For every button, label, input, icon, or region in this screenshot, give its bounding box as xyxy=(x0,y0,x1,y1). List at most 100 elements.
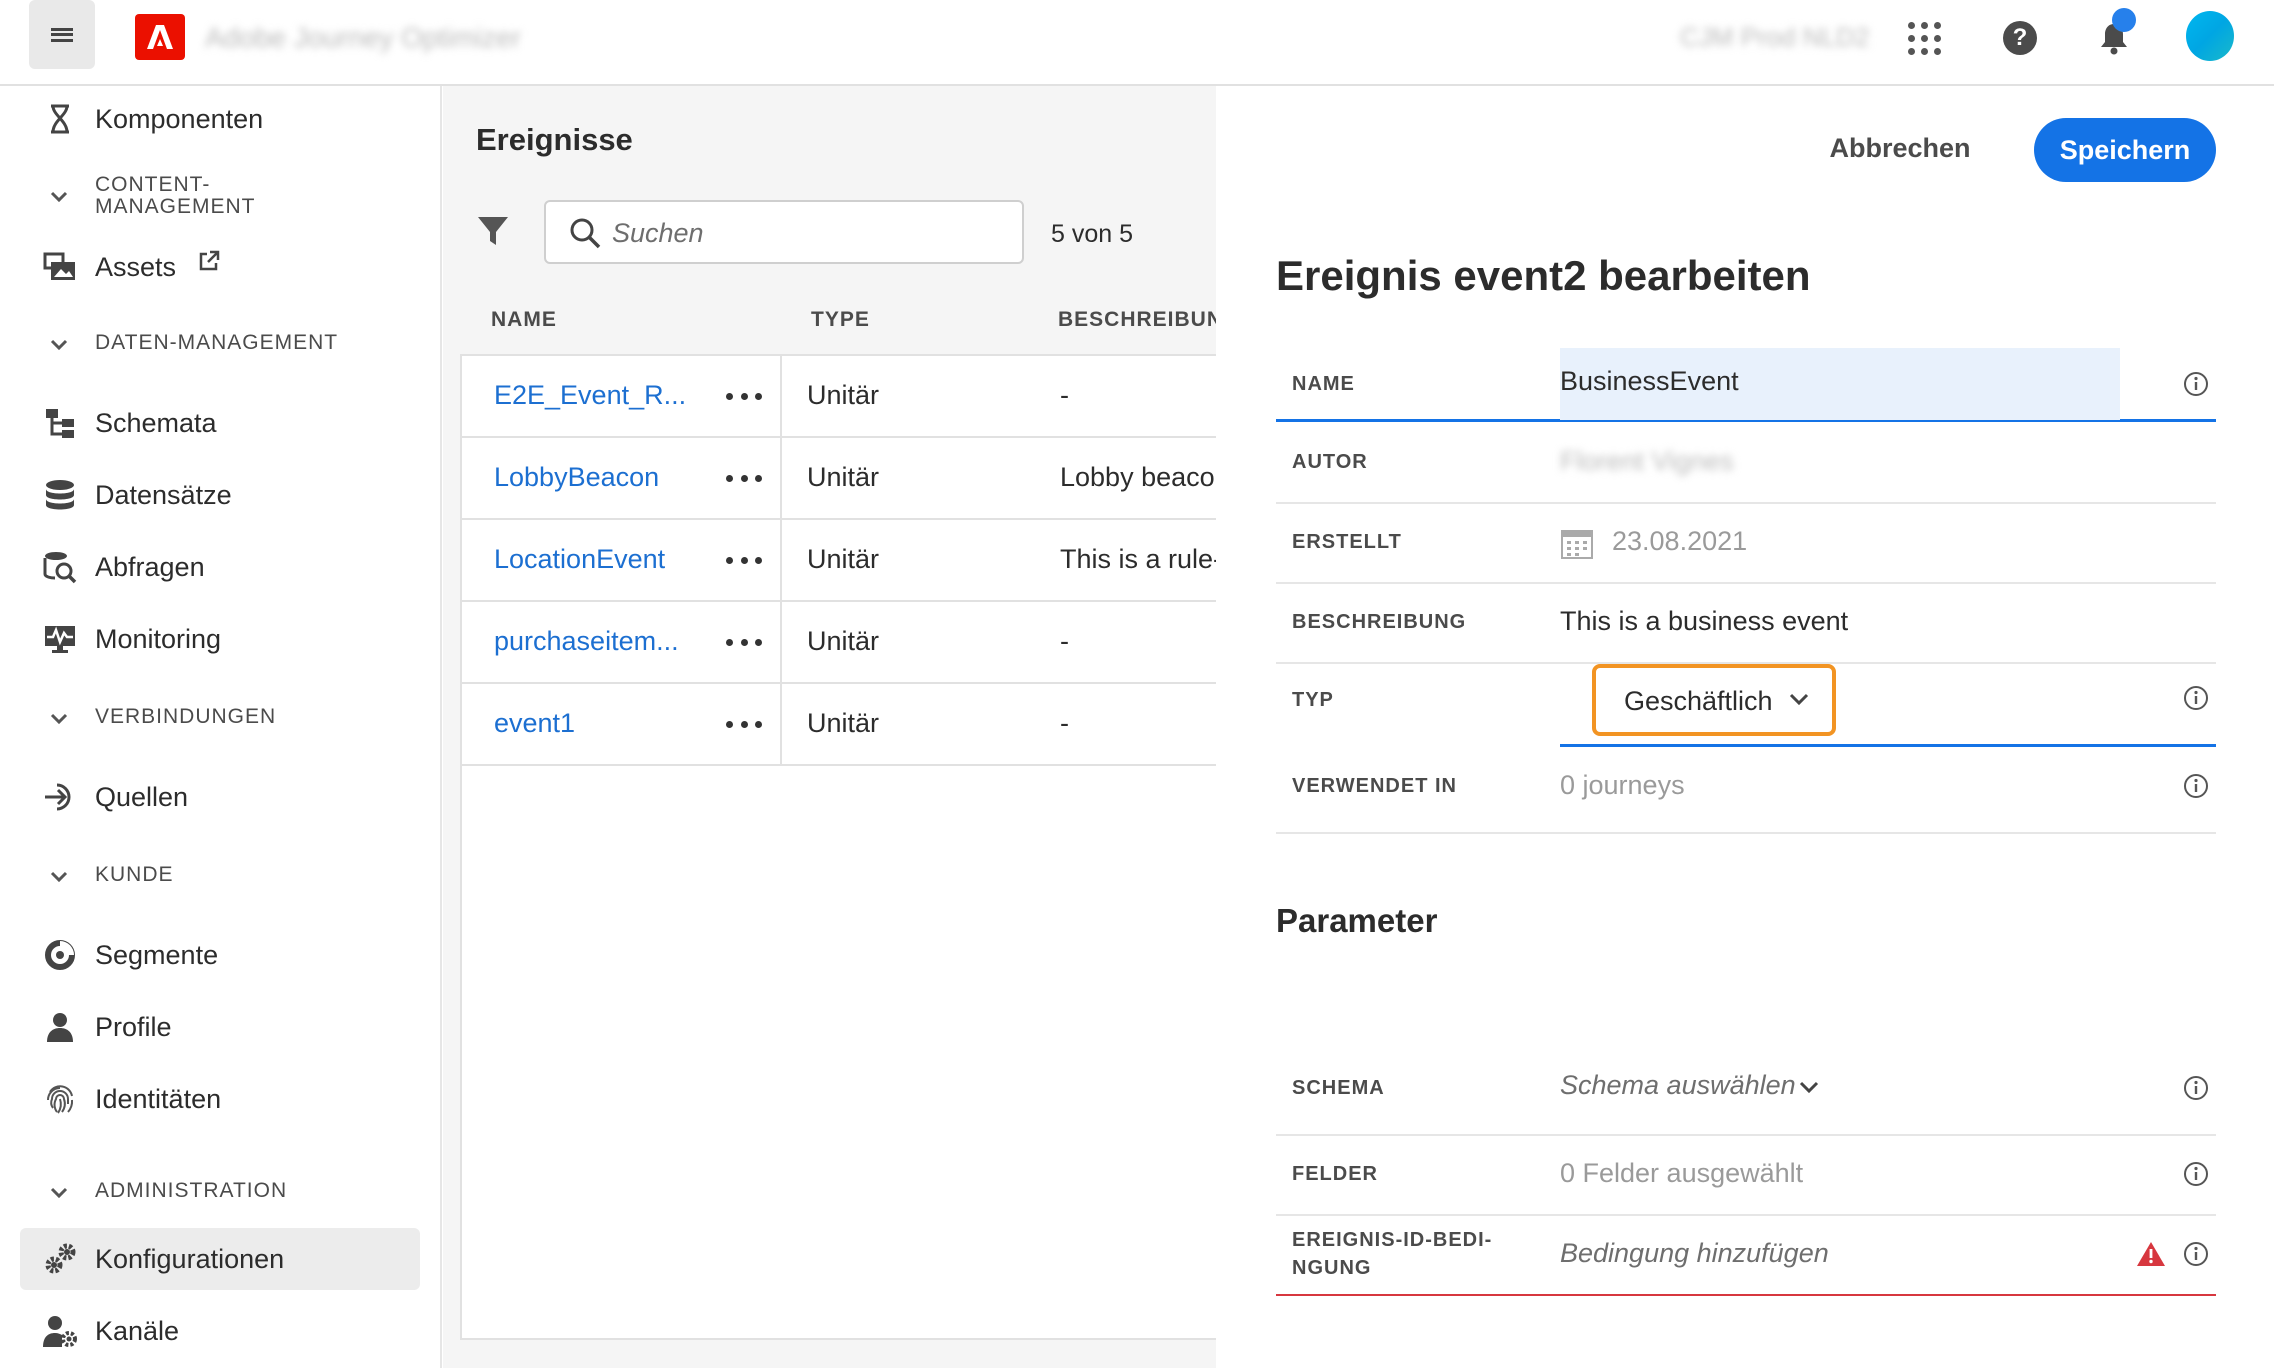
sidebar-item-segmente[interactable]: Segmente xyxy=(20,924,420,986)
org-switcher[interactable]: CJM Prod NLD2 xyxy=(1680,22,1869,53)
info-icon[interactable] xyxy=(2182,772,2210,800)
info-icon[interactable] xyxy=(2182,1160,2210,1188)
created-label: ERSTELLT xyxy=(1292,531,1402,553)
name-input-value: BusinessEvent xyxy=(1560,366,1739,396)
cancel-button[interactable]: Abbrechen xyxy=(1820,116,1980,180)
info-icon[interactable] xyxy=(2182,370,2210,398)
sidebar-item-label: Assets xyxy=(95,251,177,282)
schema-select[interactable]: Schema auswählen xyxy=(1560,1066,1840,1112)
description-value[interactable]: This is a business event xyxy=(1560,606,1848,637)
save-button[interactable]: Speichern xyxy=(2034,118,2216,182)
section-kunde[interactable]: KUNDE xyxy=(20,852,420,902)
sidebar-item-identitaeten[interactable]: Identitäten xyxy=(20,1068,420,1130)
created-row: ERSTELLT 23.08.2021 xyxy=(1276,504,2216,584)
event-name-link[interactable]: purchaseitem... xyxy=(494,626,679,657)
parameter-section-title: Parameter xyxy=(1276,902,1438,939)
fields-value[interactable]: 0 Felder ausgewählt xyxy=(1560,1158,1803,1189)
components-icon xyxy=(42,101,78,137)
sidebar-item-datensaetze[interactable]: Datensätze xyxy=(20,464,420,526)
top-bar: Adobe Journey Optimizer CJM Prod NLD2 ? xyxy=(0,0,2274,86)
events-list-area: Ereignisse 5 von 5 NAME TYPE BESCHREIBUN… xyxy=(443,86,1237,1368)
author-row: AUTOR Florent Vignes xyxy=(1276,424,2216,504)
notification-badge xyxy=(2112,8,2136,32)
event-description: - xyxy=(1060,380,1069,410)
section-label: ADMINISTRATION xyxy=(95,1179,288,1202)
sidebar: Komponenten CONTENT- MANAGEMENT Assets D… xyxy=(0,86,442,1368)
info-icon[interactable] xyxy=(2182,1074,2210,1102)
event-type: Unitär xyxy=(807,380,880,410)
sidebar-item-kanaele[interactable]: Kanäle xyxy=(20,1300,420,1362)
table-row[interactable]: event1 Unitär - xyxy=(462,684,1218,766)
assets-icon xyxy=(42,249,78,285)
chevron-down-icon xyxy=(50,191,68,203)
event-name-link[interactable]: event1 xyxy=(494,708,575,739)
name-input[interactable]: BusinessEvent xyxy=(1560,348,2120,420)
monitoring-icon xyxy=(42,621,78,657)
sidebar-item-label: Abfragen xyxy=(95,551,205,582)
used-in-row: VERWENDET IN 0 journeys xyxy=(1276,750,2216,834)
table-row[interactable]: purchaseitem... Unitär - xyxy=(462,602,1218,684)
table-row[interactable]: E2E_Event_R... Unitär - xyxy=(462,356,1218,438)
section-daten-management[interactable]: DATEN-MANAGEMENT xyxy=(20,320,420,370)
sidebar-item-assets[interactable]: Assets xyxy=(20,236,420,298)
sidebar-item-label: Komponenten xyxy=(95,103,264,134)
section-label: VERBINDUNGEN xyxy=(95,705,277,728)
sidebar-item-komponenten[interactable]: Komponenten xyxy=(20,88,420,150)
event-name-link[interactable]: LocationEvent xyxy=(494,544,665,575)
type-select-value: Geschäftlich xyxy=(1624,686,1773,716)
calendar-icon xyxy=(1561,530,1593,559)
sidebar-item-label: Schemata xyxy=(95,407,217,438)
table-row[interactable]: LobbyBeacon Unitär Lobby beacon xyxy=(462,438,1230,520)
sidebar-item-quellen[interactable]: Quellen xyxy=(20,766,420,828)
column-header-name[interactable]: NAME xyxy=(491,308,557,332)
sidebar-item-abfragen[interactable]: Abfragen xyxy=(20,536,420,598)
fields-label: FELDER xyxy=(1292,1163,1378,1185)
event-name-link[interactable]: LobbyBeacon xyxy=(494,462,659,493)
type-select[interactable]: Geschäftlich xyxy=(1592,664,1836,736)
sidebar-item-label: Datensätze xyxy=(95,479,232,510)
add-condition-field[interactable]: Bedingung hinzufügen xyxy=(1560,1238,1829,1269)
sidebar-item-konfigurationen[interactable]: Konfigurationen xyxy=(20,1228,420,1290)
help-icon[interactable]: ? xyxy=(1996,14,2044,62)
column-header-type[interactable]: TYPE xyxy=(811,308,870,332)
table-row[interactable]: LocationEvent Unitär This is a rule-b xyxy=(462,520,1237,602)
filter-icon[interactable] xyxy=(476,214,510,248)
event-name-link[interactable]: E2E_Event_R... xyxy=(494,380,686,411)
name-row: NAME BusinessEvent xyxy=(1276,348,2216,422)
bell-icon[interactable] xyxy=(2090,8,2138,62)
section-verbindungen[interactable]: VERBINDUNGEN xyxy=(20,694,420,744)
sidebar-item-label: Konfigurationen xyxy=(95,1243,285,1274)
sidebar-item-label: Monitoring xyxy=(95,623,222,654)
section-content-management[interactable]: CONTENT- MANAGEMENT xyxy=(20,172,420,222)
events-table: E2E_Event_R... Unitär - LobbyBeacon Unit… xyxy=(460,354,1237,1340)
more-actions-icon[interactable] xyxy=(726,546,762,574)
adobe-logo[interactable] xyxy=(135,14,185,60)
avatar[interactable] xyxy=(2186,11,2234,61)
more-actions-icon[interactable] xyxy=(726,710,762,738)
apps-icon[interactable] xyxy=(1900,14,1948,62)
section-administration[interactable]: ADMINISTRATION xyxy=(20,1168,420,1218)
schema-label: SCHEMA xyxy=(1292,1077,1385,1099)
info-icon[interactable] xyxy=(2182,684,2210,712)
used-in-value: 0 journeys xyxy=(1560,770,1685,800)
gears-icon xyxy=(42,1241,78,1277)
column-header-description[interactable]: BESCHREIBUNG xyxy=(1058,308,1216,332)
alert-icon xyxy=(2137,1242,2165,1266)
sidebar-item-profile[interactable]: Profile xyxy=(20,996,420,1058)
chevron-down-icon xyxy=(1789,693,1809,706)
sidebar-item-monitoring[interactable]: Monitoring xyxy=(20,608,420,670)
event-id-condition-label: EREIGNIS-ID-BEDI- NGUNG xyxy=(1292,1229,1493,1279)
search-field[interactable] xyxy=(544,200,1024,264)
more-actions-icon[interactable] xyxy=(726,628,762,656)
more-actions-icon[interactable] xyxy=(726,382,762,410)
info-icon[interactable] xyxy=(2182,1240,2210,1268)
segments-icon xyxy=(42,937,78,973)
section-label: KUNDE xyxy=(95,863,174,886)
queries-icon xyxy=(42,549,78,585)
menu-icon[interactable] xyxy=(29,0,95,69)
event-type: Unitär xyxy=(807,462,880,492)
sidebar-item-schemata[interactable]: Schemata xyxy=(20,392,420,454)
search-input[interactable] xyxy=(612,210,1012,256)
type-row: TYP Geschäftlich xyxy=(1276,664,2216,747)
more-actions-icon[interactable] xyxy=(726,464,762,492)
